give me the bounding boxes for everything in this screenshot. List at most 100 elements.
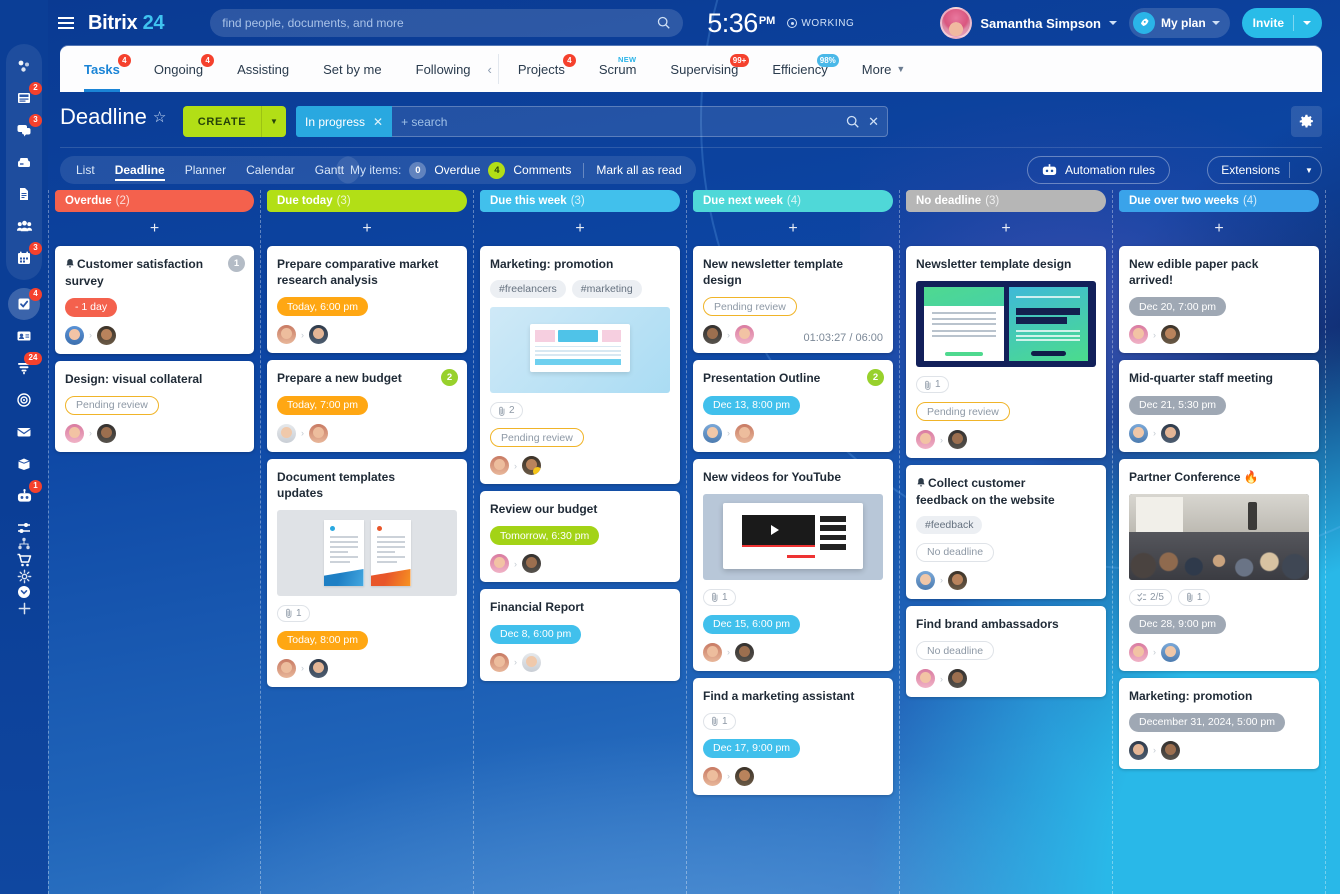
task-card[interactable]: Review our budgetTomorrow, 6:30 pm› — [480, 491, 680, 582]
task-card[interactable]: Find a marketing assistant1Dec 17, 9:00 … — [693, 678, 893, 795]
avatar[interactable] — [948, 430, 967, 449]
column-header[interactable]: Due next week(4) — [693, 190, 893, 212]
tab-ongoing[interactable]: Ongoing4 — [137, 46, 220, 92]
create-button[interactable]: CREATE ▼ — [183, 106, 286, 137]
search-icon[interactable] — [846, 115, 860, 129]
automation-rules-button[interactable]: Automation rules — [1027, 156, 1170, 184]
avatar[interactable] — [703, 424, 722, 443]
avatar[interactable] — [490, 456, 509, 475]
chevron-down-icon[interactable]: ▼ — [262, 117, 286, 126]
close-icon[interactable]: ✕ — [373, 115, 383, 129]
avatar[interactable] — [97, 326, 116, 345]
avatar[interactable] — [735, 767, 754, 786]
column-header[interactable]: Due today(3) — [267, 190, 467, 212]
task-card[interactable]: Newsletter template design1Pending revie… — [906, 246, 1106, 458]
comments-filter[interactable]: Comments — [513, 163, 571, 177]
column-header[interactable]: Due this week(3) — [480, 190, 680, 212]
column-header[interactable]: Due over two weeks(4) — [1119, 190, 1319, 212]
avatar[interactable] — [1129, 741, 1148, 760]
column-header[interactable]: No deadline(3) — [906, 190, 1106, 212]
sidebar-item-documents[interactable] — [6, 178, 42, 210]
avatar[interactable] — [97, 424, 116, 443]
sidebar-item-automation[interactable]: 1 — [6, 480, 42, 512]
avatar[interactable] — [1129, 325, 1148, 344]
sidebar-item-inventory[interactable] — [6, 448, 42, 480]
avatar[interactable] — [948, 669, 967, 688]
avatar[interactable] — [703, 325, 722, 344]
avatar[interactable] — [490, 653, 509, 672]
invite-button[interactable]: Invite — [1242, 8, 1322, 38]
sidebar-item-news[interactable]: 2 — [6, 82, 42, 114]
task-card[interactable]: Prepare comparative market research anal… — [267, 246, 467, 353]
sidebar-item-tasks[interactable]: 4 — [6, 288, 42, 320]
sidebar-item-mail[interactable] — [6, 416, 42, 448]
avatar[interactable] — [309, 424, 328, 443]
tab-efficiency[interactable]: Efficiency98% — [755, 46, 844, 92]
menu-burger-icon[interactable] — [48, 0, 84, 46]
add-task-button[interactable]: + — [906, 212, 1106, 246]
avatar[interactable] — [916, 430, 935, 449]
tab-scrum[interactable]: ScrumNEW — [582, 46, 654, 92]
avatar[interactable] — [65, 424, 84, 443]
filter-search-placeholder[interactable]: + search — [401, 115, 838, 129]
tab-more[interactable]: More▼ — [845, 46, 923, 92]
sidebar-item-chat[interactable]: 3 — [6, 114, 42, 146]
avatar[interactable] — [916, 571, 935, 590]
avatar[interactable] — [490, 554, 509, 573]
filter-bar[interactable]: In progress ✕ + search ✕ — [296, 106, 888, 137]
tab-following[interactable]: Following — [399, 46, 488, 92]
avatar[interactable] — [1129, 643, 1148, 662]
sidebar-item-calendar[interactable]: 3 — [6, 242, 42, 274]
tag[interactable]: #freelancers — [490, 280, 566, 298]
tab-projects[interactable]: Projects4 — [501, 46, 582, 92]
avatar[interactable] — [277, 424, 296, 443]
tab-assisting[interactable]: Assisting — [220, 46, 306, 92]
sidebar-item-drive[interactable] — [6, 146, 42, 178]
task-card[interactable]: Financial ReportDec 8, 6:00 pm› — [480, 589, 680, 680]
tab-supervising[interactable]: Supervising99+ — [653, 46, 755, 92]
avatar[interactable] — [309, 325, 328, 344]
view-deadline[interactable]: Deadline — [105, 163, 175, 177]
avatar[interactable] — [948, 571, 967, 590]
task-card[interactable]: Prepare a new budget2Today, 7:00 pm› — [267, 360, 467, 451]
avatar[interactable] — [735, 325, 754, 344]
task-card[interactable]: Presentation Outline2Dec 13, 8:00 pm› — [693, 360, 893, 451]
avatar[interactable] — [65, 326, 84, 345]
tab-set-by-me[interactable]: Set by me — [306, 46, 399, 92]
avatar[interactable] — [735, 424, 754, 443]
add-task-button[interactable]: + — [693, 212, 893, 246]
filter-chip-in-progress[interactable]: In progress ✕ — [296, 106, 392, 137]
avatar[interactable] — [522, 456, 541, 475]
sidebar-item-contacts[interactable] — [6, 320, 42, 352]
avatar[interactable] — [522, 653, 541, 672]
task-card[interactable]: New edible paper pack arrived!Dec 20, 7:… — [1119, 246, 1319, 353]
sidebar-item-marketing[interactable] — [6, 384, 42, 416]
clear-filter-icon[interactable]: ✕ — [868, 114, 879, 130]
view-calendar[interactable]: Calendar — [236, 163, 305, 177]
task-card[interactable]: Customer satisfaction survey1- 1 day› — [55, 246, 254, 354]
task-card[interactable]: Collect customer feedback on the website… — [906, 465, 1106, 599]
sidebar-item-bitrix[interactable] — [6, 50, 42, 82]
add-task-button[interactable]: + — [1119, 212, 1319, 246]
avatar[interactable] — [1161, 741, 1180, 760]
column-header[interactable]: Overdue(2) — [55, 190, 254, 212]
task-card[interactable]: Marketing: promotion#freelancers#marketi… — [480, 246, 680, 484]
avatar[interactable] — [735, 643, 754, 662]
add-task-button[interactable]: + — [267, 212, 467, 246]
avatar[interactable] — [1161, 643, 1180, 662]
task-card[interactable]: Document templates updates1Today, 8:00 p… — [267, 459, 467, 687]
avatar[interactable] — [277, 325, 296, 344]
avatar[interactable] — [309, 659, 328, 678]
tabs-collapse-icon[interactable]: ‹ — [488, 46, 496, 92]
user-menu[interactable]: Samantha Simpson — [940, 7, 1117, 39]
favorite-star-icon[interactable]: ☆ — [153, 108, 166, 126]
task-card[interactable]: Design: visual collateralPending review› — [55, 361, 254, 452]
tag[interactable]: #feedback — [916, 516, 982, 534]
app-logo[interactable]: Bitrix 24 — [88, 12, 164, 35]
avatar[interactable] — [703, 767, 722, 786]
avatar[interactable] — [1161, 325, 1180, 344]
overdue-filter[interactable]: Overdue — [434, 163, 480, 177]
avatar[interactable] — [522, 554, 541, 573]
tab-tasks[interactable]: Tasks4 — [60, 46, 137, 92]
my-plan-button[interactable]: My plan — [1129, 8, 1230, 38]
